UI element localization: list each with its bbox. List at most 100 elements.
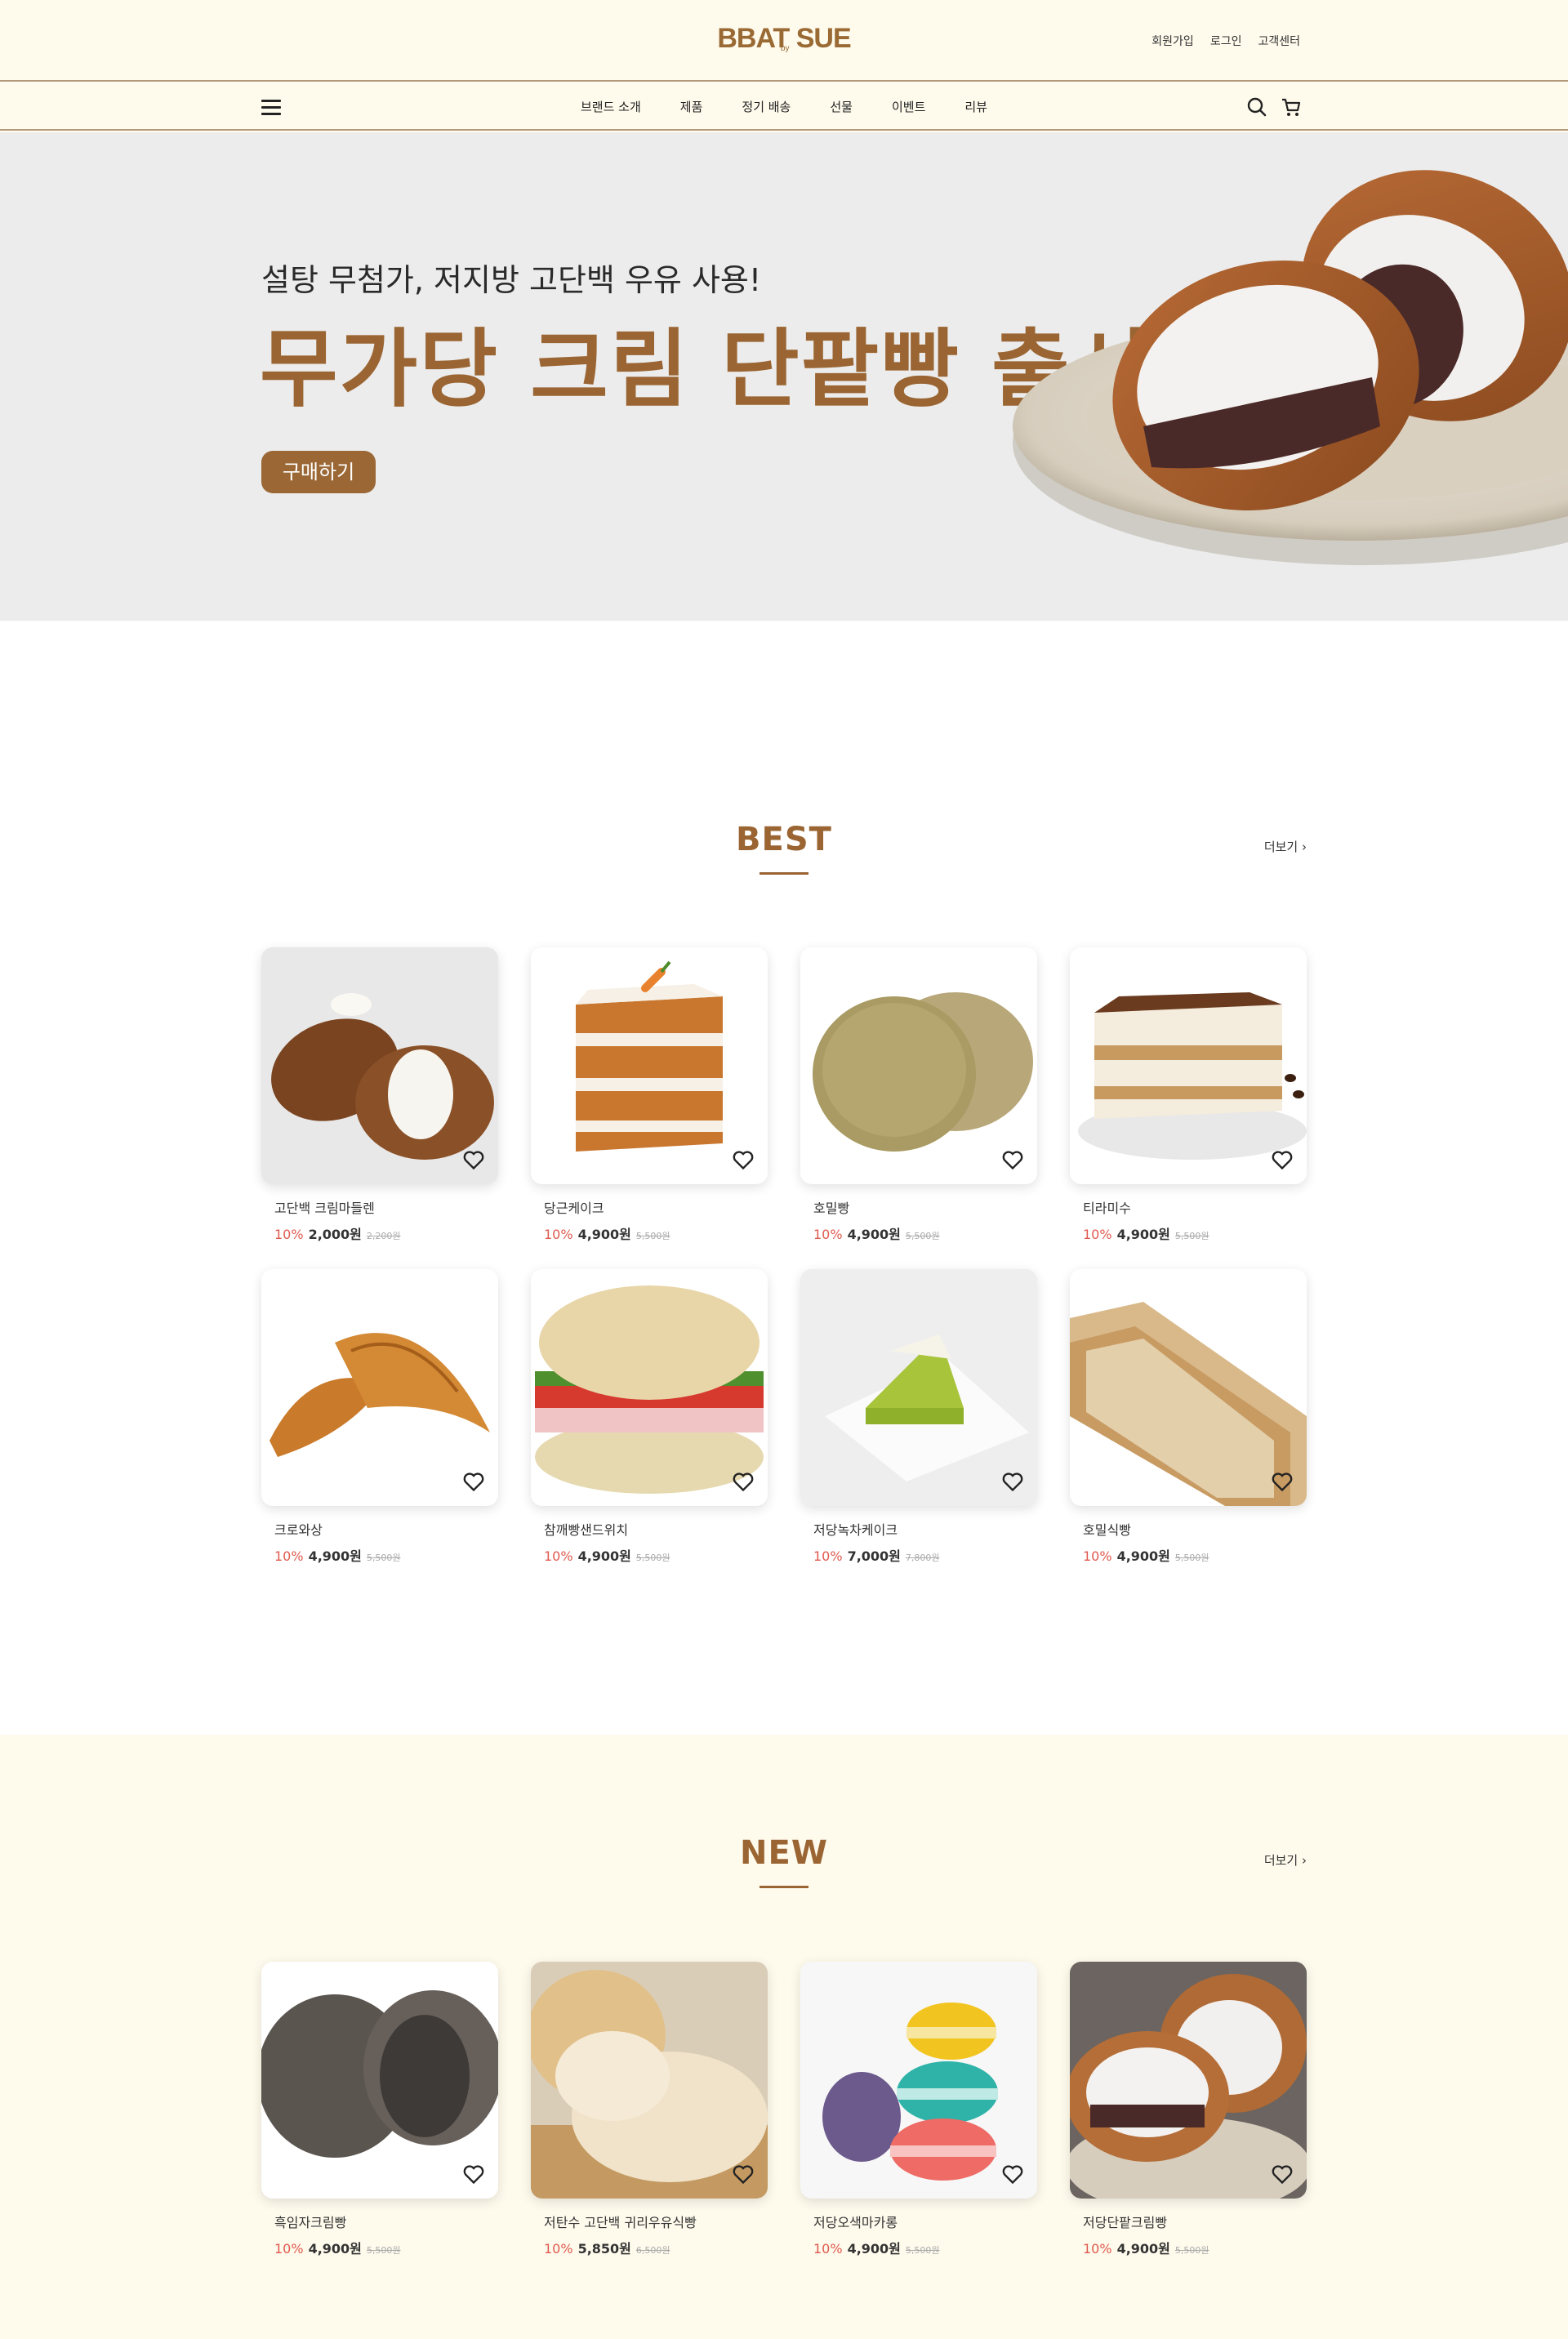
product-name[interactable]: 고단백 크림마들렌 (261, 1197, 498, 1217)
nav-item-subscription[interactable]: 정기 배송 (722, 98, 810, 115)
main-nav: 브랜드 소개 제품 정기 배송 선물 이벤트 리뷰 (0, 83, 1568, 131)
product-image-oat-milk-bread[interactable] (531, 1962, 768, 2199)
sale-price: 4,900원 (308, 2241, 362, 2257)
product-name[interactable]: 저당단팥크림빵 (1070, 2212, 1307, 2231)
wishlist-heart-icon[interactable] (1271, 1470, 1294, 1493)
best-title: BEST (736, 821, 832, 858)
wishlist-heart-icon[interactable] (732, 1148, 755, 1171)
product-card[interactable]: 호밀빵 10% 4,900원 5,500원 (800, 947, 1037, 1243)
wishlist-heart-icon[interactable] (1001, 2163, 1024, 2185)
nav-item-event[interactable]: 이벤트 (872, 98, 945, 115)
product-image-carrot-cake[interactable] (531, 947, 768, 1184)
login-link[interactable]: 로그인 (1210, 33, 1242, 49)
best-section: BEST 더보기 › 고단백 크림마들렌 10% 2,000원 2,200원 당… (0, 621, 1568, 1735)
product-image-madeleine[interactable] (261, 947, 498, 1184)
product-card[interactable]: 호밀식빵 10% 4,900원 5,500원 (1070, 1269, 1307, 1565)
best-more-link[interactable]: 더보기 › (1264, 838, 1307, 855)
product-name[interactable]: 당근케이크 (531, 1197, 768, 1217)
product-name[interactable]: 호밀식빵 (1070, 1519, 1307, 1539)
original-price: 5,500원 (366, 2245, 401, 2256)
original-price: 5,500원 (905, 2245, 940, 2256)
product-card[interactable]: 저당단팥크림빵 10% 4,900원 5,500원 (1070, 1962, 1307, 2257)
wishlist-heart-icon[interactable] (732, 1470, 755, 1493)
product-price: 10% 4,900원 5,500원 (800, 2238, 1037, 2257)
hero-subtitle: 설탕 무첨가, 저지방 고단백 우유 사용! (261, 262, 762, 298)
product-card[interactable]: 크로와상 10% 4,900원 5,500원 (261, 1269, 498, 1565)
hero-banner: 설탕 무첨가, 저지방 고단백 우유 사용! 무가당 크림 단팥빵 출시 구매하… (0, 132, 1568, 621)
discount-rate: 10% (274, 2241, 304, 2257)
product-card[interactable]: 티라미수 10% 4,900원 5,500원 (1070, 947, 1307, 1243)
top-header: BBAT SUE by 회원가입 로그인 고객센터 (0, 0, 1568, 82)
original-price: 5,500원 (635, 1553, 670, 1563)
product-name[interactable]: 흑임자크림빵 (261, 2212, 498, 2231)
product-image-sesame-cream-bun[interactable] (261, 1962, 498, 2199)
product-image-tiramisu[interactable] (1070, 947, 1307, 1184)
product-name[interactable]: 저당녹차케이크 (800, 1519, 1037, 1539)
product-card[interactable]: 참깨빵샌드위치 10% 4,900원 5,500원 (531, 1269, 768, 1565)
sale-price: 4,900원 (847, 2241, 901, 2257)
product-card[interactable]: 흑임자크림빵 10% 4,900원 5,500원 (261, 1962, 498, 2257)
product-price: 10% 2,000원 2,200원 (261, 1223, 498, 1243)
product-card[interactable]: 당근케이크 10% 4,900원 5,500원 (531, 947, 768, 1243)
best-title-underline (760, 872, 808, 875)
wishlist-heart-icon[interactable] (462, 1470, 485, 1493)
nav-menu: 브랜드 소개 제품 정기 배송 선물 이벤트 리뷰 (0, 98, 1568, 115)
brand-logo[interactable]: BBAT SUE by (702, 23, 866, 59)
discount-rate: 10% (1083, 2241, 1112, 2257)
nav-icons (1246, 96, 1302, 118)
search-icon[interactable] (1246, 96, 1267, 118)
product-image-croissant[interactable] (261, 1269, 498, 1506)
sale-price: 4,900원 (577, 1548, 631, 1564)
product-name[interactable]: 호밀빵 (800, 1197, 1037, 1217)
product-price: 10% 4,900원 5,500원 (1070, 2238, 1307, 2257)
wishlist-heart-icon[interactable] (462, 2163, 485, 2185)
wishlist-heart-icon[interactable] (1001, 1148, 1024, 1171)
original-price: 5,500원 (905, 1231, 940, 1241)
wishlist-heart-icon[interactable] (1001, 1470, 1024, 1493)
wishlist-heart-icon[interactable] (1271, 2163, 1294, 2185)
original-price: 2,200원 (366, 1231, 401, 1241)
utility-links: 회원가입 로그인 고객센터 (1152, 33, 1300, 49)
product-image-macarons[interactable] (800, 1962, 1037, 2199)
signup-link[interactable]: 회원가입 (1152, 33, 1194, 49)
nav-item-review[interactable]: 리뷰 (945, 98, 1007, 115)
product-image-greentea-cake[interactable] (800, 1269, 1037, 1506)
product-card[interactable]: 저당녹차케이크 10% 7,000원 7,800원 (800, 1269, 1037, 1565)
discount-rate: 10% (813, 2241, 843, 2257)
cart-icon[interactable] (1281, 96, 1302, 118)
sale-price: 4,900원 (1116, 1548, 1170, 1564)
product-price: 10% 5,850원 6,500원 (531, 2238, 768, 2257)
product-price: 10% 4,900원 5,500원 (531, 1545, 768, 1565)
discount-rate: 10% (813, 1227, 843, 1242)
customer-center-link[interactable]: 고객센터 (1258, 33, 1300, 49)
original-price: 5,500원 (1174, 2245, 1209, 2256)
wishlist-heart-icon[interactable] (1271, 1148, 1294, 1171)
sale-price: 7,000원 (847, 1548, 901, 1564)
product-name[interactable]: 저탄수 고단백 귀리우유식빵 (531, 2212, 768, 2231)
product-price: 10% 4,900원 5,500원 (800, 1223, 1037, 1243)
original-price: 5,500원 (366, 1553, 401, 1563)
buy-button[interactable]: 구매하기 (261, 451, 376, 493)
sale-price: 5,850원 (577, 2241, 631, 2257)
nav-item-products[interactable]: 제품 (661, 98, 723, 115)
product-price: 10% 4,900원 5,500원 (261, 1545, 498, 1565)
product-name[interactable]: 티라미수 (1070, 1197, 1307, 1217)
wishlist-heart-icon[interactable] (462, 1148, 485, 1171)
product-image-redbean-cream-bun[interactable] (1070, 1962, 1307, 2199)
wishlist-heart-icon[interactable] (732, 2163, 755, 2185)
hero-cream-bun-image (1013, 170, 1568, 565)
product-image-rye-loaf[interactable] (1070, 1269, 1307, 1506)
product-image-sandwich[interactable] (531, 1269, 768, 1506)
product-card[interactable]: 고단백 크림마들렌 10% 2,000원 2,200원 (261, 947, 498, 1243)
product-card[interactable]: 저탄수 고단백 귀리우유식빵 10% 5,850원 6,500원 (531, 1962, 768, 2257)
nav-item-brand[interactable]: 브랜드 소개 (561, 98, 661, 115)
product-image-rye-bread[interactable] (800, 947, 1037, 1184)
product-name[interactable]: 저당오색마카롱 (800, 2212, 1037, 2231)
product-name[interactable]: 참깨빵샌드위치 (531, 1519, 768, 1539)
product-card[interactable]: 저당오색마카롱 10% 4,900원 5,500원 (800, 1962, 1037, 2257)
new-more-link[interactable]: 더보기 › (1264, 1851, 1307, 1869)
product-name[interactable]: 크로와상 (261, 1519, 498, 1539)
original-price: 5,500원 (1174, 1553, 1209, 1563)
sale-price: 4,900원 (577, 1227, 631, 1242)
nav-item-gift[interactable]: 선물 (810, 98, 872, 115)
